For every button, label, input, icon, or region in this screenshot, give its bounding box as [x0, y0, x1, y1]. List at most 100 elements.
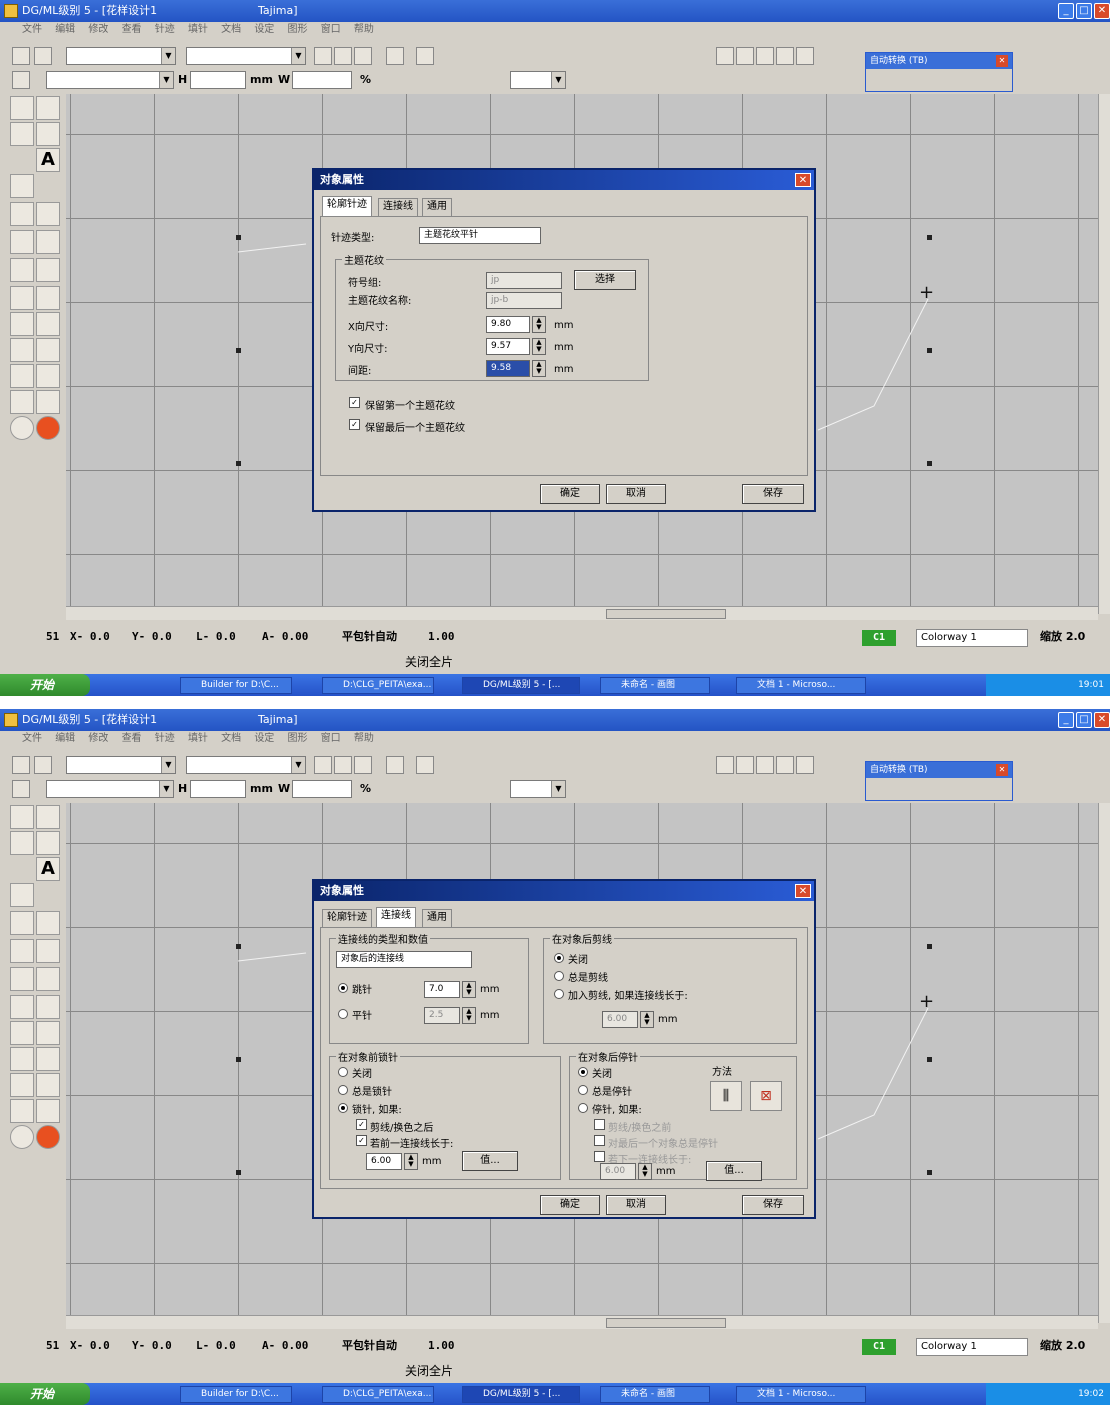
tool-icon[interactable] [10, 364, 34, 388]
tab-outline-stitch[interactable]: 轮廓针迹 [322, 909, 372, 927]
tool-icon[interactable] [36, 967, 60, 991]
tool-icon[interactable] [36, 1099, 60, 1123]
stop-icon[interactable] [36, 1125, 60, 1149]
tool-icon[interactable] [10, 1099, 34, 1123]
tool-icon[interactable] [776, 47, 794, 65]
motif-name-field[interactable]: jp-b [486, 292, 562, 309]
tool-icon[interactable] [36, 202, 60, 226]
tool-icon[interactable] [36, 390, 60, 414]
close-icon[interactable]: ✕ [795, 884, 811, 898]
tool-icon[interactable] [10, 286, 34, 310]
color-select[interactable]: ▼ [510, 780, 566, 798]
menu-text[interactable]: 文档 [221, 24, 241, 35]
size-select[interactable]: ▼ [46, 71, 174, 89]
grid-icon[interactable] [12, 71, 30, 89]
ok-button[interactable]: 确定 [540, 484, 600, 504]
tool-icon[interactable] [776, 756, 794, 774]
tool-icon[interactable] [10, 122, 34, 146]
tool-icon[interactable] [36, 1073, 60, 1097]
tool-icon[interactable] [10, 230, 34, 254]
style-select[interactable]: ▼ [186, 47, 306, 65]
menu-help[interactable]: 帮助 [354, 24, 374, 35]
task-paint[interactable]: 未命名 - 画图 [600, 1386, 710, 1403]
tool-icon[interactable] [416, 756, 434, 774]
tool-icon[interactable] [796, 47, 814, 65]
tie-in-length-stepper[interactable]: ▲ ▼ [404, 1153, 418, 1170]
menu-file[interactable]: 文件 [22, 24, 42, 35]
task-builder[interactable]: Builder for D:\C... [180, 1386, 292, 1403]
save-button[interactable]: 保存 [742, 1195, 804, 1215]
stop-length-stepper[interactable]: ▲ ▼ [638, 1163, 652, 1180]
task-dgml[interactable]: DG/ML级别 5 - [... [462, 677, 580, 694]
colorway-select[interactable]: Colorway 1 [916, 1338, 1028, 1356]
tool-icon[interactable] [36, 1021, 60, 1045]
select-arrow-icon[interactable] [10, 96, 34, 120]
colorway-select[interactable]: Colorway 1 [916, 629, 1028, 647]
tool-icon[interactable] [10, 995, 34, 1019]
tool-icon[interactable] [354, 47, 372, 65]
check-icon[interactable] [36, 122, 60, 146]
run-length-stepper[interactable]: ▲ ▼ [462, 981, 476, 998]
reshape-icon[interactable] [36, 96, 60, 120]
task-dgml[interactable]: DG/ML级别 5 - [... [462, 1386, 580, 1403]
close-icon[interactable]: ✕ [996, 764, 1008, 776]
trim-off-radio[interactable] [554, 953, 564, 963]
menu-modify[interactable]: 修改 [88, 24, 108, 35]
tool-icon[interactable] [10, 1047, 34, 1071]
height-input[interactable] [190, 780, 246, 798]
menu-settings[interactable]: 设定 [254, 24, 274, 35]
menu-window[interactable]: 窗口 [321, 733, 341, 744]
tab-connector[interactable]: 连接线 [378, 198, 418, 216]
tool-icon[interactable] [334, 756, 352, 774]
tool-icon[interactable] [716, 756, 734, 774]
tie-in-off-radio[interactable] [338, 1067, 348, 1077]
close-icon[interactable]: ✕ [1094, 3, 1110, 19]
run-length-input[interactable]: 7.0 [424, 981, 460, 998]
tool-icon[interactable] [10, 312, 34, 336]
tool-icon[interactable] [36, 1047, 60, 1071]
stitch-type-select[interactable]: 主题花纹平针 [419, 227, 541, 244]
start-button[interactable]: 开始 [0, 1383, 90, 1405]
trim-always-radio[interactable] [554, 971, 564, 981]
undo-icon[interactable] [12, 756, 30, 774]
cancel-button[interactable]: 取消 [606, 1195, 666, 1215]
tool-icon[interactable] [10, 174, 34, 198]
cancel-button[interactable]: 取消 [606, 484, 666, 504]
color-chip[interactable]: C1 [862, 1339, 896, 1355]
flat-length-stepper[interactable]: ▲ ▼ [462, 1007, 476, 1024]
menu-text[interactable]: 文档 [221, 733, 241, 744]
before-trim-checkbox[interactable] [594, 1119, 605, 1130]
text-tool-icon[interactable]: A [36, 148, 60, 172]
start-button[interactable]: 开始 [0, 674, 90, 696]
menu-fill[interactable]: 填针 [188, 24, 208, 35]
tool-icon[interactable] [10, 883, 34, 907]
menu-view[interactable]: 查看 [122, 24, 142, 35]
task-builder[interactable]: Builder for D:\C... [180, 677, 292, 694]
tool-icon[interactable] [386, 47, 404, 65]
task-paint[interactable]: 未命名 - 画图 [600, 677, 710, 694]
tool-icon[interactable] [36, 312, 60, 336]
menu-graphics[interactable]: 图形 [288, 733, 308, 744]
tool-icon[interactable] [736, 756, 754, 774]
after-trim-checkbox[interactable]: ✓ [356, 1119, 367, 1130]
trim-if-radio[interactable] [554, 989, 564, 999]
x-size-input[interactable]: 9.80 [486, 316, 530, 333]
tie-in-always-radio[interactable] [338, 1085, 348, 1095]
y-size-stepper[interactable]: ▲ ▼ [532, 338, 546, 355]
reshape-icon[interactable] [36, 805, 60, 829]
tool-icon[interactable] [416, 47, 434, 65]
close-icon[interactable]: ✕ [996, 55, 1008, 67]
keep-first-checkbox[interactable]: ✓ [349, 397, 360, 408]
tool-icon[interactable] [10, 390, 34, 414]
tool-icon[interactable] [10, 939, 34, 963]
task-explorer[interactable]: D:\CLG_PEITA\exa... [322, 677, 434, 694]
font-select[interactable]: ▼ [66, 47, 176, 65]
tool-icon[interactable] [334, 47, 352, 65]
connector-type-select[interactable]: 对象后的连接线 [336, 951, 472, 968]
style-select[interactable]: ▼ [186, 756, 306, 774]
menu-file[interactable]: 文件 [22, 733, 42, 744]
tool-icon[interactable] [354, 756, 372, 774]
tool-icon[interactable] [756, 756, 774, 774]
width-input[interactable] [292, 71, 352, 89]
spacing-input[interactable]: 9.58 [486, 360, 530, 377]
